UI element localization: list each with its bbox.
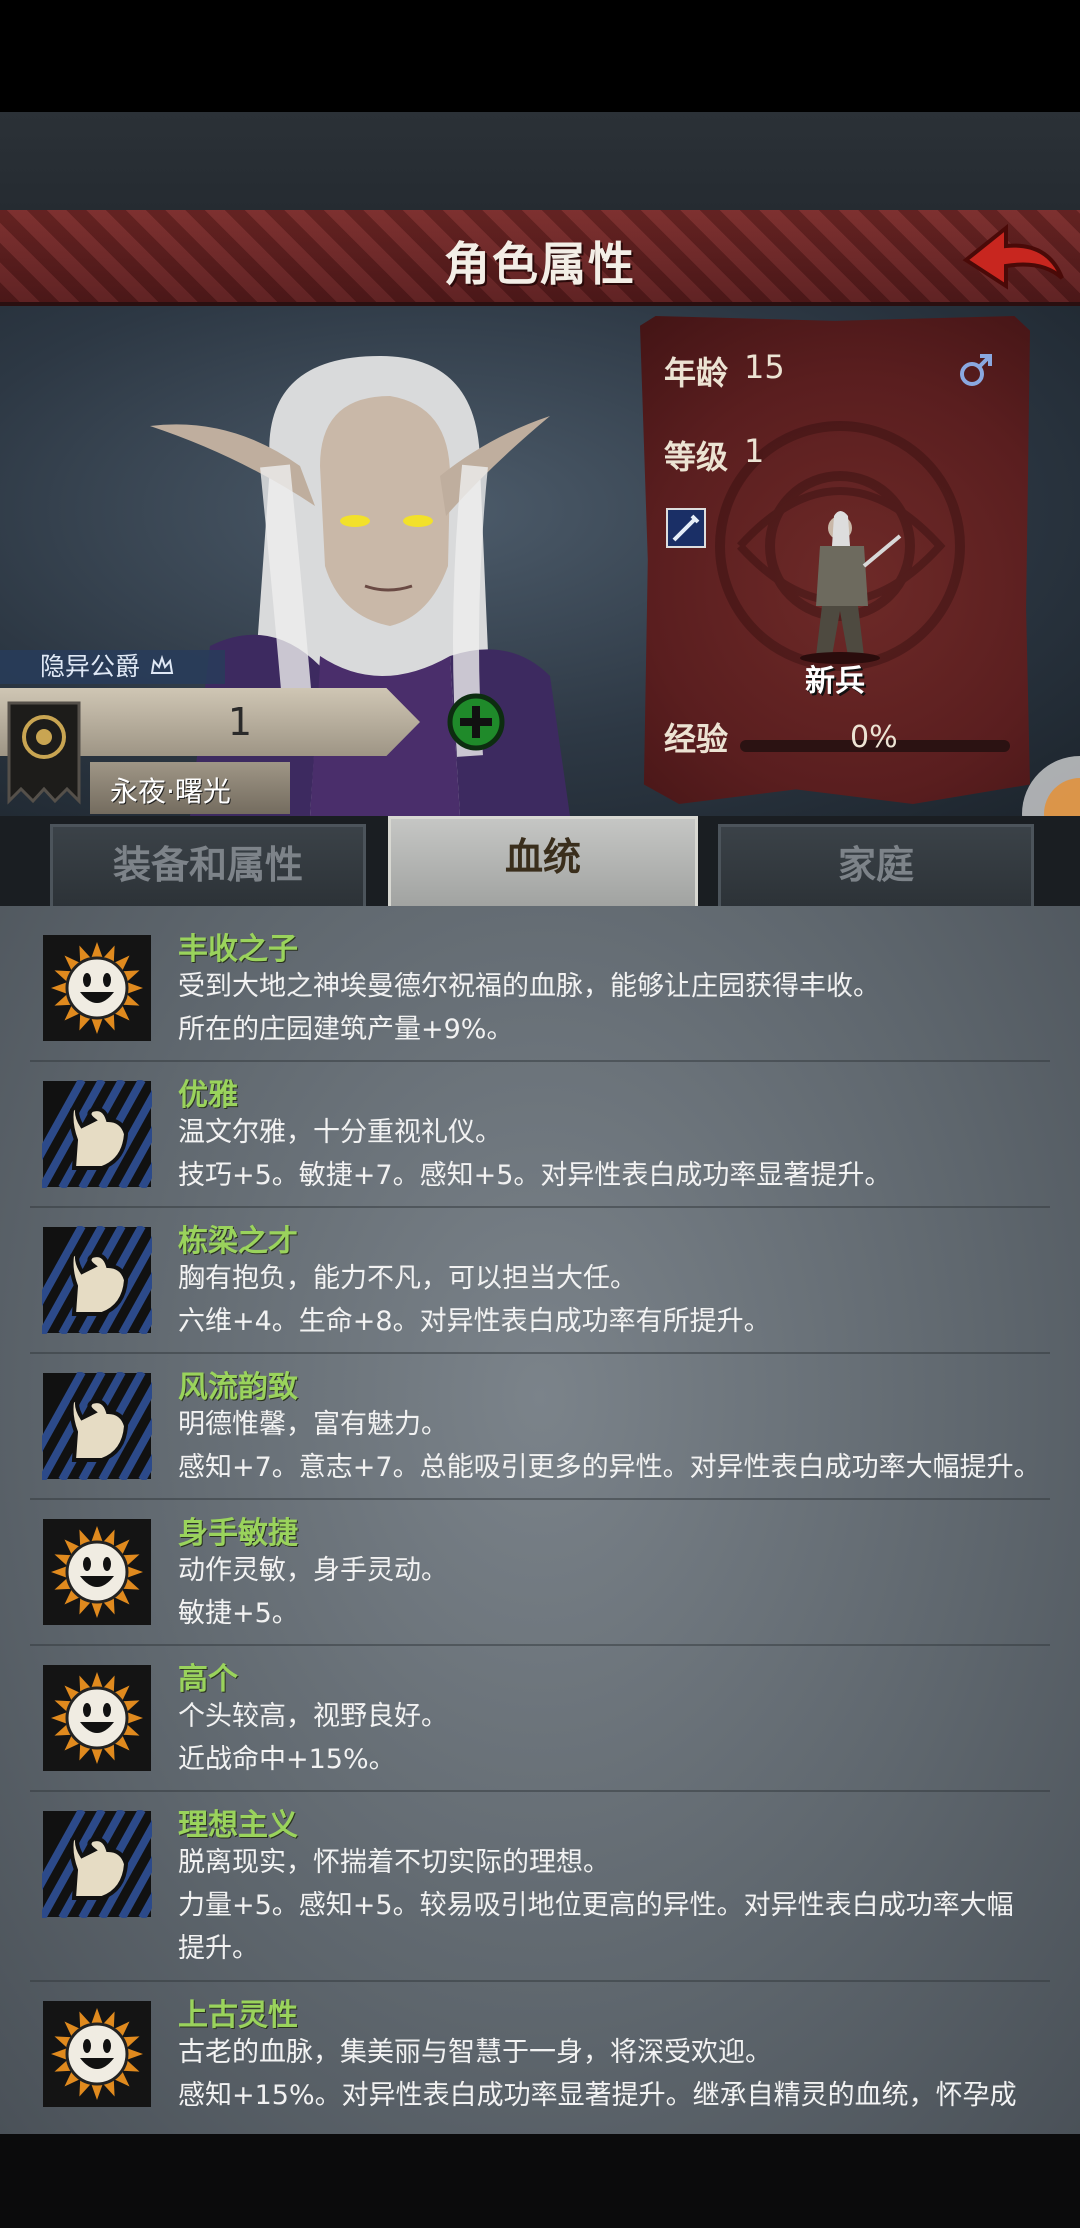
trait-description-line: 六维+4。生命+8。对异性表白成功率有所提升。 (178, 1306, 771, 1337)
trait-description-line: 古老的血脉，集美丽与智慧于一身，将深受欢迎。 (178, 2037, 772, 2068)
page-title: 角色属性 (444, 237, 636, 291)
tab-bar: 装备和属性 血统 家庭 (0, 816, 1080, 914)
sun-face-icon (42, 1664, 152, 1772)
stats-panel: 年龄 15 等级 1 新兵 经验 0% (640, 316, 1030, 804)
trait-description-line: 动作灵敏，身手灵动。 (178, 1555, 448, 1586)
trait-description-line: 感知+7。意志+7。总能吸引更多的异性。对异性表白成功率大幅提升。 (178, 1452, 1041, 1483)
noble-title: 隐异公爵 (0, 650, 225, 684)
trait-separator (30, 1790, 1050, 1792)
class-name: 新兵 (805, 664, 865, 699)
trait-row: 高个个头较高，视野良好。 近战命中+15%。 (0, 1644, 1080, 1809)
age-value: 15 (744, 348, 785, 386)
trait-row: 栋梁之才胸有抱负，能力不凡，可以担当大任。六维+4。生命+8。对异性表白成功率有… (0, 1206, 1080, 1371)
trait-separator (30, 1206, 1050, 1208)
arm-muscle-icon (18, 1370, 226, 1482)
trait-description-line: 明德惟馨，富有魅力。 (178, 1409, 448, 1440)
trait-row: 风流韵致明德惟馨，富有魅力。感知+7。意志+7。总能吸引更多的异性。对异性表白成… (0, 1352, 1080, 1517)
top-band (0, 112, 1080, 210)
trait-description-line: 受到大地之神埃曼德尔祝福的血脉，能够让庄园获得丰收。 (178, 971, 880, 1002)
trait-row: 身手敏捷动作灵敏，身手灵动。 敏捷+5。 (0, 1498, 1080, 1663)
trait-row: 理想主义脱离现实，怀揣着不切实际的理想。力量+5。感知+5。较易吸引地位更高的异… (0, 1790, 1080, 1998)
trait-description-line: 力量+5。感知+5。较易吸引地位更高的异性。对异性表白成功率大幅 (178, 1890, 1014, 1921)
trait-name: 丰收之子 (178, 932, 298, 967)
sun-face-icon (42, 1518, 152, 1626)
trait-name: 优雅 (178, 1078, 238, 1113)
trait-separator (30, 1060, 1050, 1062)
sun-face-icon (42, 934, 152, 1042)
crown-icon (150, 655, 174, 674)
house-name: 永夜·曙光 (110, 775, 231, 808)
male-icon (960, 354, 992, 386)
trait-description-line: 近战命中+15%。 (178, 1744, 396, 1775)
page-header: 角色属性 (0, 210, 1080, 306)
arm-muscle-icon (18, 1224, 226, 1336)
trait-description-line: 温文尔雅，十分重视礼仪。 (178, 1117, 502, 1148)
trait-name: 理想主义 (178, 1808, 298, 1843)
trait-description-line: 提升。 (178, 1933, 259, 1964)
tab-equipment[interactable]: 装备和属性 (50, 824, 366, 910)
arm-muscle-icon (18, 1808, 226, 1920)
trait-description-line: 所在的庄园建筑产量+9%。 (178, 1014, 514, 1045)
trait-description-line: 胸有抱负，能力不凡，可以担当大任。 (178, 1263, 637, 1294)
trait-description-line: 感知+15%。对异性表白成功率显著提升。继承自精灵的血统，怀孕成 (178, 2080, 1017, 2111)
exp-label: 经验 (664, 720, 729, 758)
add-button-icon[interactable] (446, 692, 506, 752)
status-bar (0, 0, 1080, 112)
exp-percent: 0% (850, 720, 898, 755)
sun-face-icon (42, 2000, 152, 2108)
bottom-bar (0, 2134, 1080, 2228)
house-emblem-icon[interactable] (5, 701, 83, 809)
dagger-skill-icon[interactable] (666, 508, 706, 548)
trait-name: 上古灵性 (178, 1998, 298, 2033)
back-arrow-icon[interactable] (958, 220, 1068, 296)
level-value: 1 (744, 432, 765, 470)
arm-muscle-icon (18, 1078, 226, 1190)
trait-list: 丰收之子受到大地之神埃曼德尔祝福的血脉，能够让庄园获得丰收。 所在的庄园建筑产量+… (0, 906, 1080, 2134)
trait-name: 栋梁之才 (178, 1224, 298, 1259)
rank-value: 1 (227, 700, 253, 744)
tab-bloodline[interactable]: 血统 (388, 816, 698, 914)
trait-name: 高个 (178, 1662, 238, 1697)
trait-separator (30, 1498, 1050, 1500)
trait-row: 上古灵性古老的血脉，集美丽与智慧于一身，将深受欢迎。感知+15%。对异性表白成功… (0, 1980, 1080, 2134)
trait-name: 身手敏捷 (178, 1516, 298, 1551)
trait-row: 丰收之子受到大地之神埃曼德尔祝福的血脉，能够让庄园获得丰收。 所在的庄园建筑产量+… (0, 930, 1080, 1079)
trait-description-line: 个头较高，视野良好。 (178, 1701, 448, 1732)
trait-separator (30, 1644, 1050, 1646)
trait-description-line: 敏捷+5。 (178, 1598, 299, 1629)
soldier-figure (800, 511, 902, 664)
tab-family[interactable]: 家庭 (718, 824, 1034, 910)
character-hero: 隐异公爵 1 永夜·曙光 年龄 15 等级 1 新兵 经验 0% (0, 306, 1080, 816)
level-label: 等级 (664, 438, 729, 476)
trait-separator (30, 1980, 1050, 1982)
trait-separator (30, 1352, 1050, 1354)
trait-description-line: 脱离现实，怀揣着不切实际的理想。 (178, 1847, 610, 1878)
trait-row: 优雅温文尔雅，十分重视礼仪。技巧+5。敏捷+7。感知+5。对异性表白成功率显著提… (0, 1060, 1080, 1225)
trait-description-line: 技巧+5。敏捷+7。感知+5。对异性表白成功率显著提升。 (178, 1160, 892, 1191)
age-label: 年龄 (664, 354, 729, 392)
noble-title-text: 隐异公爵 (40, 652, 141, 681)
trait-name: 风流韵致 (178, 1370, 298, 1405)
